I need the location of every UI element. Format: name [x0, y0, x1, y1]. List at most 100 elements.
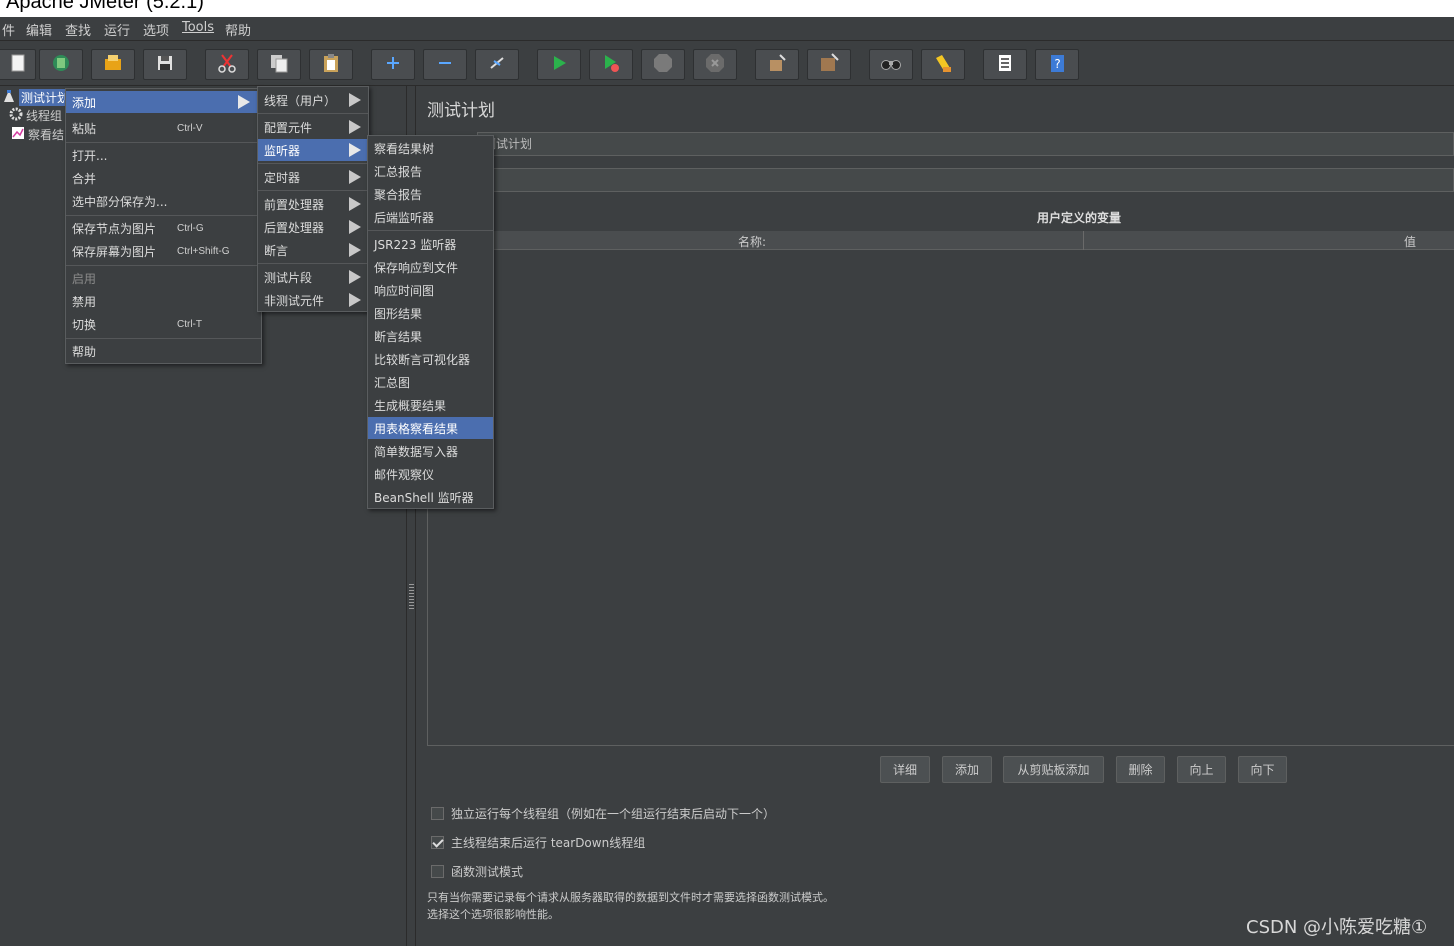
column-value-header[interactable]: 值 [1404, 233, 1416, 250]
open-button[interactable] [91, 49, 135, 80]
graph-icon [11, 126, 28, 143]
move-up-button[interactable]: 向上 [1177, 756, 1226, 783]
detail-button[interactable]: 详细 [880, 756, 930, 783]
menu-help[interactable]: 帮助 [225, 20, 251, 39]
tree-item-test-plan[interactable]: 测试计划 [2, 88, 72, 106]
function-helper-icon [994, 52, 1016, 78]
add-submenu-assertion[interactable]: 断言 [258, 239, 368, 261]
submenu-arrow-icon [349, 220, 361, 234]
collapse-button[interactable] [423, 49, 467, 80]
listener-backend-listener[interactable]: 后端监听器 [368, 206, 493, 228]
listener-summary-report[interactable]: 汇总报告 [368, 160, 493, 182]
listener-graph-results[interactable]: 图形结果 [368, 302, 493, 324]
add-submenu-config-element[interactable]: 配置元件 [258, 116, 368, 138]
checkbox[interactable] [431, 807, 444, 820]
splitter-grip[interactable] [409, 583, 414, 609]
menu-run[interactable]: 运行 [104, 20, 130, 39]
listener-generate-summary-results[interactable]: 生成概要结果 [368, 394, 493, 416]
function-helper-button[interactable] [983, 49, 1027, 80]
stop-icon [652, 52, 674, 78]
listener-beanshell[interactable]: BeanShell 监听器 [368, 486, 493, 508]
context-menu-open[interactable]: 打开... [66, 144, 261, 166]
listener-aggregate-report[interactable]: 聚合报告 [368, 183, 493, 205]
add-submenu-listener[interactable]: 监听器 [258, 139, 368, 161]
submenu-arrow-icon [349, 293, 361, 307]
context-menu-save-selection-as[interactable]: 选中部分保存为... [66, 190, 261, 212]
add-submenu-timer[interactable]: 定时器 [258, 166, 368, 188]
context-menu-merge[interactable]: 合并 [66, 167, 261, 189]
clear-all-button[interactable] [807, 49, 851, 80]
new-button[interactable] [0, 49, 36, 80]
listener-jsr223[interactable]: JSR223 监听器 [368, 233, 493, 255]
tree-item-view-results[interactable]: 察看结 [11, 125, 64, 143]
listener-aggregate-graph[interactable]: 汇总图 [368, 371, 493, 393]
context-menu-paste[interactable]: 粘贴 Ctrl-V [66, 117, 261, 139]
checkbox-label: 函数测试模式 [451, 865, 524, 879]
listener-save-responses[interactable]: 保存响应到文件 [368, 256, 493, 278]
reset-search-icon [932, 52, 954, 78]
copy-button[interactable] [257, 49, 301, 80]
test-plan-panel: 测试计划 测试计划 用户定义的变量 名称: 值 详细 添加 从剪贴板添加 删除 … [417, 86, 1454, 946]
listener-response-time-graph[interactable]: 响应时间图 [368, 279, 493, 301]
context-menu-help[interactable]: 帮助 [66, 340, 261, 362]
serialize-thread-groups-option[interactable]: 独立运行每个线程组（例如在一个组运行结束后启动下一个） [431, 805, 775, 822]
expand-button[interactable] [371, 49, 415, 80]
context-menu-toggle[interactable]: 切换 Ctrl-T [66, 313, 261, 335]
column-name-header[interactable]: 名称: [738, 233, 766, 250]
watermark: CSDN @小陈爱吃糖① [1246, 917, 1428, 938]
variables-table[interactable]: 名称: 值 [427, 231, 1454, 746]
menu-options[interactable]: 选项 [143, 20, 169, 39]
tree-item-thread-group[interactable]: 线程组 [9, 106, 62, 124]
menu-separator [258, 163, 368, 164]
cut-button[interactable] [205, 49, 249, 80]
delete-button[interactable]: 删除 [1116, 756, 1165, 783]
listener-view-results-tree[interactable]: 察看结果树 [368, 137, 493, 159]
checkbox[interactable] [431, 836, 444, 849]
menu-edit[interactable]: 编辑 [26, 20, 52, 39]
move-down-button[interactable]: 向下 [1238, 756, 1287, 783]
teardown-after-shutdown-option[interactable]: 主线程结束后运行 tearDown线程组 [431, 834, 645, 851]
add-submenu-pre-processor[interactable]: 前置处理器 [258, 193, 368, 215]
menu-search[interactable]: 查找 [65, 20, 91, 39]
menu-tools[interactable]: Tools [182, 20, 214, 35]
checkbox[interactable] [431, 865, 444, 878]
add-from-clipboard-button[interactable]: 从剪贴板添加 [1003, 756, 1104, 783]
add-submenu: 线程（用户） 配置元件 监听器 定时器 前置处理器 后置处理器 断言 测试片段 … [257, 86, 369, 312]
search-button[interactable] [869, 49, 913, 80]
context-menu-disable[interactable]: 禁用 [66, 290, 261, 312]
start-button[interactable] [537, 49, 581, 80]
functional-test-mode-option[interactable]: 函数测试模式 [431, 863, 523, 880]
title-bar: Apache JMeter (5.2.1) [0, 0, 1454, 17]
save-button[interactable] [143, 49, 187, 80]
listener-comparison-assertion-visualizer[interactable]: 比较断言可视化器 [368, 348, 493, 370]
add-submenu-post-processor[interactable]: 后置处理器 [258, 216, 368, 238]
add-button[interactable]: 添加 [942, 756, 992, 783]
context-menu-save-screen-as-image[interactable]: 保存屏幕为图片 Ctrl+Shift-G [66, 240, 261, 262]
stop-button[interactable] [641, 49, 685, 80]
column-divider[interactable] [1083, 231, 1084, 250]
context-menu-add[interactable]: 添加 [66, 91, 261, 113]
listener-mailer-visualizer[interactable]: 邮件观察仪 [368, 463, 493, 485]
comment-field[interactable] [477, 168, 1454, 192]
shutdown-button[interactable] [693, 49, 737, 80]
add-submenu-threads[interactable]: 线程（用户） [258, 89, 368, 111]
svg-text:?: ? [1054, 57, 1060, 71]
menu-file[interactable]: 件 [2, 20, 15, 39]
clear-button[interactable] [755, 49, 799, 80]
add-submenu-test-fragment[interactable]: 测试片段 [258, 266, 368, 288]
table-header: 名称: 值 [428, 231, 1454, 250]
reset-search-button[interactable] [921, 49, 965, 80]
templates-button[interactable] [39, 49, 83, 80]
start-no-pause-button[interactable] [589, 49, 633, 80]
paste-button[interactable] [309, 49, 353, 80]
submenu-arrow-icon [238, 95, 250, 109]
copy-icon [268, 52, 290, 78]
add-submenu-non-test-elements[interactable]: 非测试元件 [258, 289, 368, 311]
listener-assertion-results[interactable]: 断言结果 [368, 325, 493, 347]
help-button[interactable]: ? [1035, 49, 1079, 80]
listener-simple-data-writer[interactable]: 简单数据写入器 [368, 440, 493, 462]
listener-view-results-in-table[interactable]: 用表格察看结果 [368, 417, 493, 439]
name-field[interactable]: 测试计划 [477, 132, 1454, 156]
context-menu-save-node-as-image[interactable]: 保存节点为图片 Ctrl-G [66, 217, 261, 239]
toggle-button[interactable] [475, 49, 519, 80]
